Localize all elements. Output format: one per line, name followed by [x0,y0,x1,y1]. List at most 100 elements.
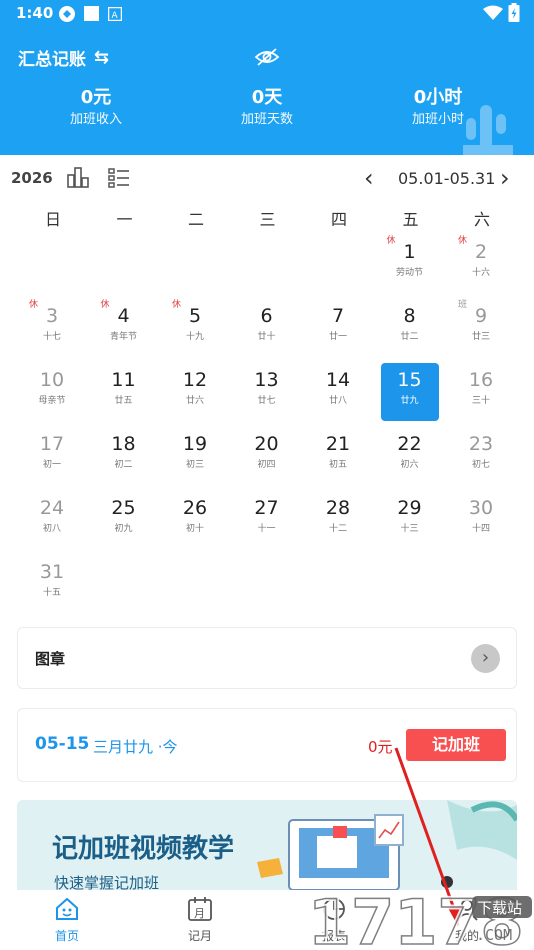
next-month-icon[interactable]: › [500,164,510,192]
tab-home-label: 首页 [54,929,79,943]
status-bar: 1:40 A [0,0,534,26]
tab-month[interactable]: 月 记月 [165,896,235,944]
day-number: 1 [403,241,416,263]
day-number: 7 [331,305,345,327]
weekday-header: 日一二三四五六 [0,200,534,230]
calendar-day[interactable]: 休 1 劳动节 [381,235,439,293]
day-number: 19 [182,433,208,455]
lunar-date: 廿一 [328,332,347,342]
watermark: 17178 17178 下载站 .COM [306,878,534,950]
day-number: 12 [182,369,208,391]
record-amount: 0元 [368,738,393,756]
home-icon [56,897,78,920]
svg-text:下载站: 下载站 [477,899,522,917]
calendar-day[interactable]: 29 十三 [381,491,439,549]
calendar-day[interactable]: 6 廿十 [238,299,296,357]
seal-card[interactable]: 图章 › [17,627,517,689]
calendar-day[interactable]: 8 廿二 [381,299,439,357]
lunar-date: 十五 [42,588,61,598]
lunar-date: 廿九 [400,396,419,406]
day-number: 26 [182,497,208,519]
calendar-day[interactable]: 31 十五 [23,555,81,613]
weekday-label: 二 [187,210,204,229]
calendar-day[interactable]: 25 初九 [95,491,153,549]
day-number: 9 [474,305,488,327]
calendar-day[interactable]: 22 初六 [381,427,439,485]
lunar-date: 十二 [328,524,347,534]
calendar-day[interactable]: 14 廿八 [309,363,367,421]
chevron-right-icon[interactable]: › [471,644,500,673]
ledger-title: 汇总记账 [18,50,86,70]
stat-income-value: 0元 [80,87,112,108]
calendar-day[interactable]: 12 廿六 [166,363,224,421]
sync-icon [59,6,75,22]
lunar-date: 劳动节 [395,268,423,278]
day-number: 25 [111,497,136,519]
day-number: 8 [403,305,416,327]
day-number: 22 [397,433,422,455]
weekday-label: 日 [44,210,61,229]
day-number: 20 [254,433,279,455]
calendar-day[interactable]: 20 初四 [238,427,296,485]
calendar-day[interactable]: 班 9 廿三 [452,299,510,357]
day-number: 31 [39,561,65,583]
day-number: 13 [254,369,279,391]
calendar-day[interactable]: 7 廿一 [309,299,367,357]
day-number: 28 [325,497,351,519]
app-header: 1:40 A 汇总记账 ⇆ 0元 加班收入 0天 加班天数 0小时 加班小时 [0,0,534,155]
day-number: 16 [468,369,494,391]
lunar-date: 初七 [471,460,490,470]
wifi-icon [483,5,503,20]
calendar-day[interactable]: 休 2 十六 [452,235,510,293]
calendar-day[interactable]: 16 三十 [452,363,510,421]
stat-income-label: 加班收入 [69,112,122,127]
lunar-date: 初八 [42,524,61,534]
calendar-day[interactable]: 休 3 十七 [23,299,81,357]
calendar-day[interactable]: 10 母亲节 [23,363,81,421]
day-number: 5 [188,305,202,327]
hide-amount-icon[interactable] [254,47,280,67]
day-number: 30 [468,497,494,519]
calendar-day[interactable]: 15 廿九 [380,363,439,421]
stat-days-value: 0天 [251,87,283,108]
lunar-date: 初一 [42,460,61,470]
calendar-day[interactable]: 23 初七 [452,427,510,485]
calendar-day[interactable]: 24 初八 [23,491,81,549]
list-view-icon[interactable] [108,166,130,188]
weekday-label: 五 [402,210,419,229]
statistics-icon[interactable] [66,166,90,188]
day-number: 10 [39,369,65,391]
banner-title: 记加班视频教学 [52,834,235,864]
calendar-day[interactable]: 27 十一 [238,491,296,549]
day-number: 27 [254,497,279,519]
lunar-date: 初九 [114,524,133,534]
calendar-day[interactable]: 11 廿五 [95,363,153,421]
calendar-day[interactable]: 18 初二 [95,427,153,485]
stat-income: 0元 加班收入 [31,86,161,130]
calendar-icon: 月 [188,897,212,921]
calendar-day[interactable]: 13 廿七 [238,363,296,421]
day-number: 15 [397,369,422,391]
calendar-day[interactable]: 17 初一 [23,427,81,485]
calendar-day[interactable]: 19 初三 [166,427,224,485]
prev-month-icon[interactable]: ‹ [364,164,374,192]
calendar-day[interactable]: 26 初十 [166,491,224,549]
year-label[interactable]: 2026 [11,169,53,187]
lunar-date: 初二 [114,460,133,470]
day-number: 2 [474,241,488,263]
lunar-date: 初十 [185,524,204,534]
calendar-day[interactable]: 28 十二 [309,491,367,549]
tab-home[interactable]: 首页 [32,896,102,944]
add-overtime-button[interactable]: 记加班 [406,729,506,761]
lunar-date: 青年节 [109,332,137,342]
calendar-day[interactable]: 休 4 青年节 [95,299,153,357]
calendar-day[interactable]: 30 十四 [452,491,510,549]
calendar-day[interactable]: 休 5 十九 [166,299,224,357]
ledger-switch[interactable]: 汇总记账 ⇆ [18,45,109,70]
calendar-day[interactable]: 21 初五 [309,427,367,485]
lunar-date: 初三 [185,460,204,470]
record-lunar-date: 三月廿九 ·今 [93,738,178,756]
seal-title: 图章 [35,650,66,668]
lunar-date: 母亲节 [38,396,66,406]
month-bar: 2026 ‹ 05.01-05.31 › [0,155,534,200]
